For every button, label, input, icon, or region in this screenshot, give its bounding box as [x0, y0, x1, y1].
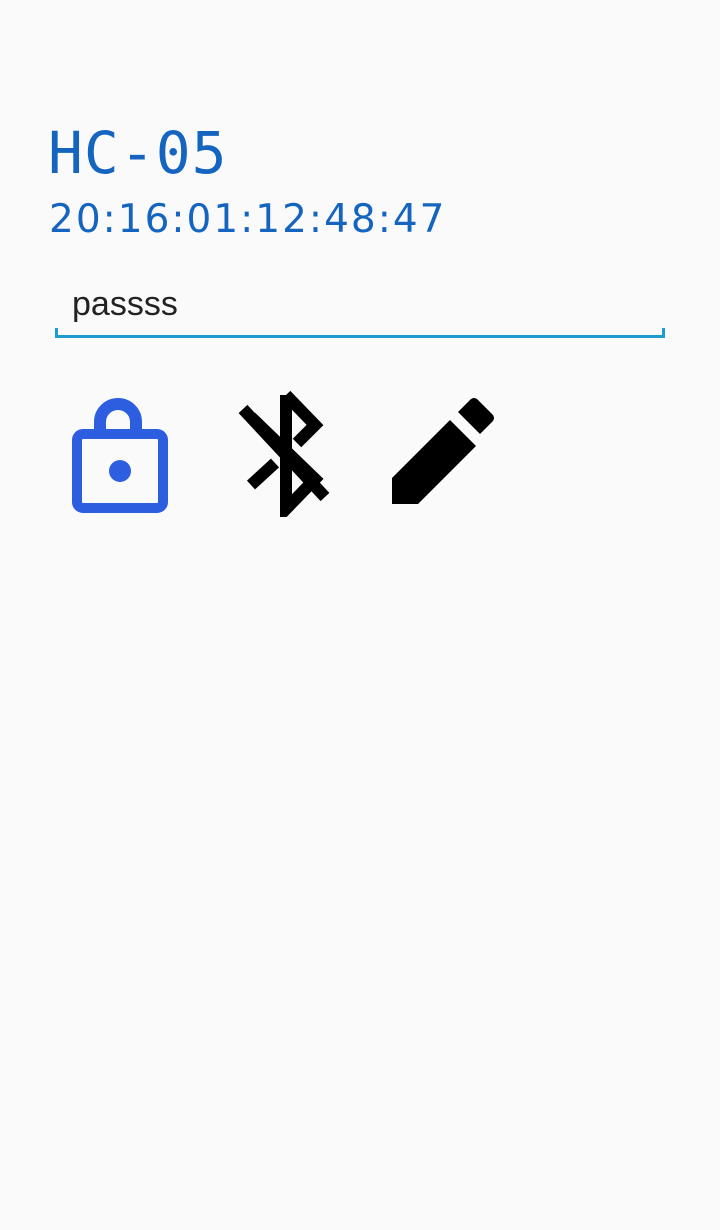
password-field[interactable]: [55, 276, 665, 338]
field-underline: [55, 328, 665, 338]
unlock-icon: [72, 398, 168, 513]
bluetooth-disconnect-button[interactable]: [212, 386, 344, 518]
device-name: HC-05: [48, 119, 228, 187]
pencil-icon: [392, 398, 494, 504]
unlock-button[interactable]: [52, 386, 184, 518]
bluetooth-disabled-icon: [238, 390, 330, 517]
password-input[interactable]: [55, 276, 665, 332]
device-address: 20:16:01:12:48:47: [49, 197, 447, 242]
edit-button[interactable]: [372, 386, 504, 518]
